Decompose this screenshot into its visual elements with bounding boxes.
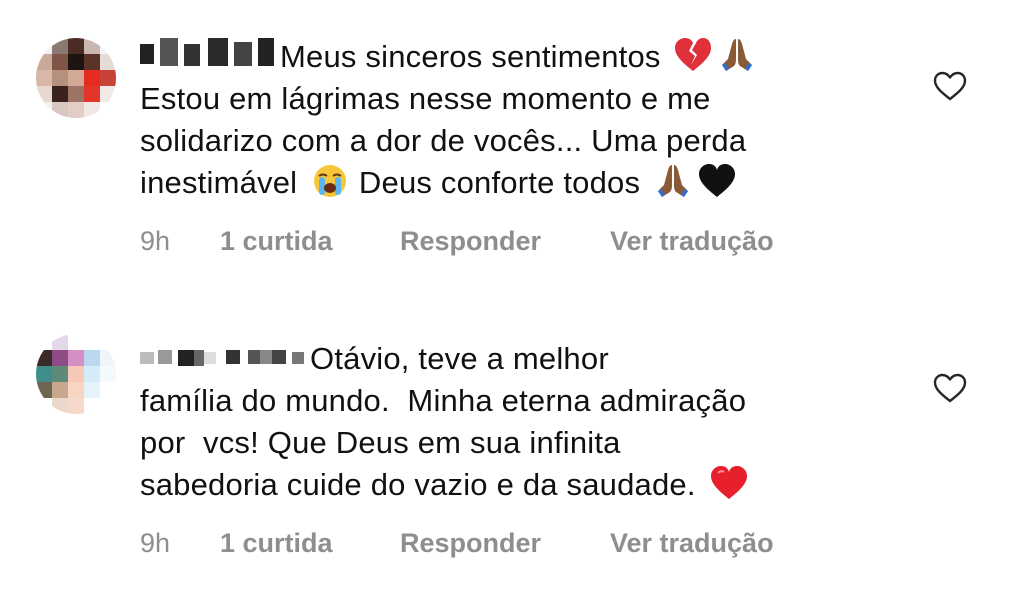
praying-hands-icon: [653, 163, 693, 199]
comment-meta: 9h 1 curtida Responder Ver tradução: [140, 226, 774, 257]
comment-body: Meus sinceros sentimentos Estou em lágri…: [140, 36, 900, 204]
comment-text: solidarizo com a dor de vocês... Uma per…: [140, 123, 747, 158]
comment-body: Otávio, teve a melhor família do mundo. …: [140, 338, 900, 506]
likes-count-link[interactable]: 1 curtida: [220, 226, 400, 257]
comment-text: Meus sinceros sentimentos: [280, 39, 661, 74]
red-heart-icon: [709, 465, 749, 501]
praying-hands-icon: [717, 37, 757, 73]
comment-text: inestimável: [140, 165, 298, 200]
comment-text: Otávio, teve a melhor: [310, 341, 609, 376]
username-redacted[interactable]: [140, 38, 274, 66]
avatar[interactable]: [36, 334, 116, 414]
comment-text: Estou em lágrimas nesse momento e me: [140, 81, 711, 116]
likes-count-link[interactable]: 1 curtida: [220, 528, 400, 559]
comment-text: sabedoria cuide do vazio e da saudade.: [140, 467, 696, 502]
black-heart-icon: [697, 163, 737, 199]
comment-text: família do mundo. Minha eterna admiração: [140, 383, 747, 418]
reply-button[interactable]: Responder: [400, 528, 610, 559]
timestamp: 9h: [140, 528, 171, 558]
comment-text: por vcs! Que Deus em sua infinita: [140, 425, 621, 460]
like-heart-icon[interactable]: [932, 372, 968, 404]
loudly-crying-face-icon: [310, 163, 350, 199]
see-translation-button[interactable]: Ver tradução: [610, 226, 774, 257]
avatar[interactable]: [36, 38, 116, 118]
see-translation-button[interactable]: Ver tradução: [610, 528, 774, 559]
comment-meta: 9h 1 curtida Responder Ver tradução: [140, 528, 774, 559]
like-heart-icon[interactable]: [932, 70, 968, 102]
reply-button[interactable]: Responder: [400, 226, 610, 257]
comment-text: Deus conforte todos: [358, 165, 641, 200]
username-redacted[interactable]: [140, 340, 304, 368]
timestamp: 9h: [140, 226, 171, 256]
broken-heart-icon: [673, 37, 713, 73]
